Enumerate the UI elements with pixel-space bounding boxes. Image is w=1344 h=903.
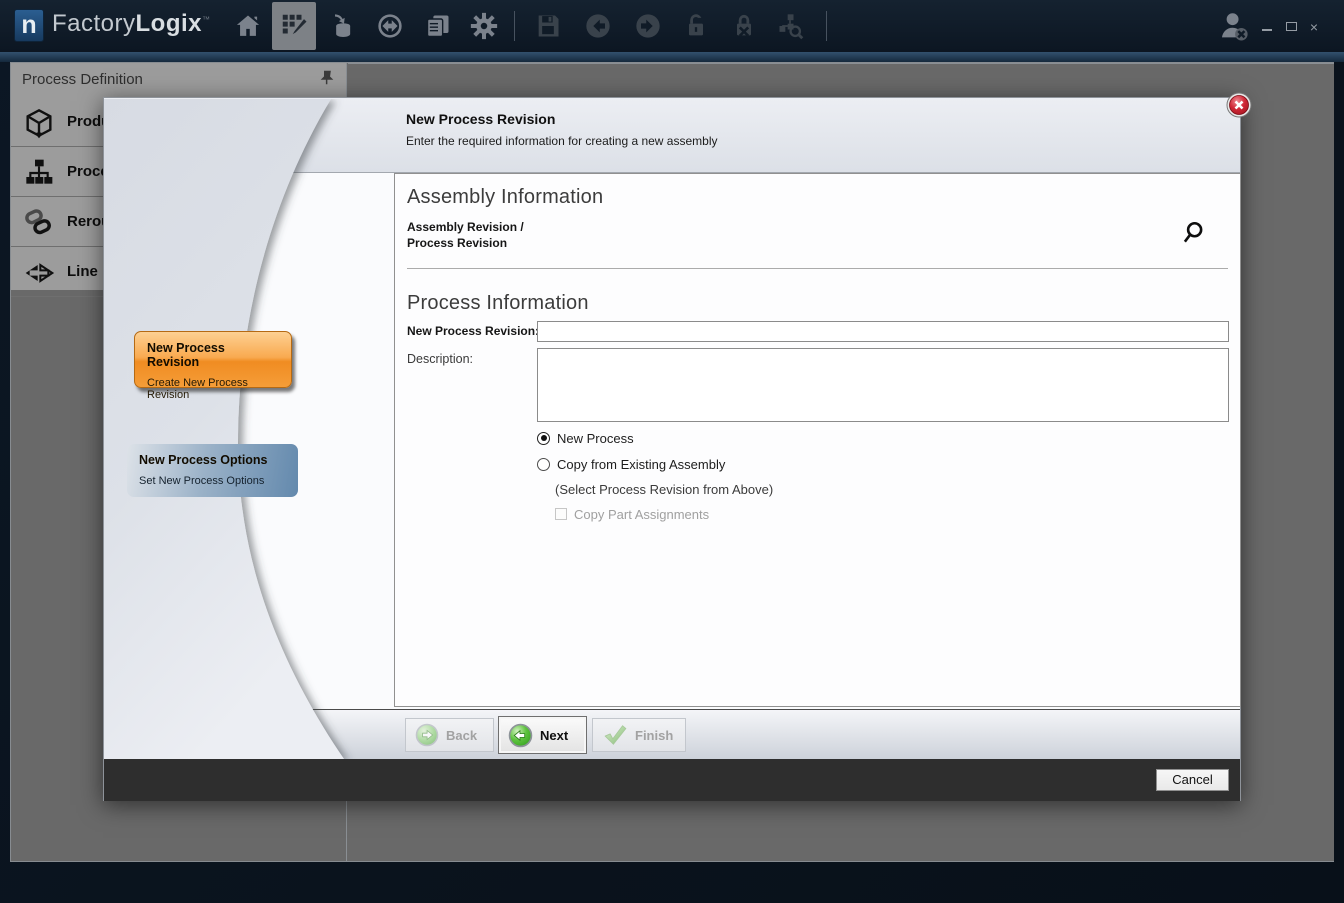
- new-process-revision-input[interactable]: [537, 321, 1229, 342]
- next-arrow-icon: [508, 723, 533, 747]
- cancel-checkout-button[interactable]: [722, 2, 766, 50]
- next-button[interactable]: Next: [498, 716, 587, 754]
- radio-icon[interactable]: [537, 457, 550, 471]
- sync-icon: [378, 14, 402, 38]
- home-button[interactable]: [226, 2, 270, 50]
- magnifier-icon[interactable]: [1180, 220, 1206, 246]
- radio-label: New Process: [557, 430, 634, 446]
- wizard-step-new-process-options[interactable]: New Process Options Set New Process Opti…: [127, 444, 298, 497]
- user-logout-icon: [1221, 13, 1248, 41]
- step-title: New Process Revision: [147, 341, 225, 369]
- description-label: Description:: [407, 352, 473, 366]
- assembly-information-heading: Assembly Information: [407, 186, 604, 208]
- cancel-button[interactable]: Cancel: [1156, 769, 1229, 791]
- toolbar-separator: [826, 11, 827, 41]
- home-icon: [236, 15, 260, 36]
- finish-label: Finish: [635, 727, 674, 743]
- accent-strip: [0, 52, 1344, 62]
- new-process-revision-label: New Process Revision:: [407, 324, 540, 338]
- window-maximize-button[interactable]: [1284, 20, 1300, 34]
- radio-icon[interactable]: [537, 431, 550, 445]
- checkbox-icon: [555, 508, 567, 520]
- assembly-revision-label: Assembly Revision / Process Revision: [407, 219, 524, 251]
- forward-icon: [636, 14, 660, 38]
- save-button[interactable]: [526, 2, 570, 50]
- wizard-step-new-process-revision[interactable]: New Process Revision Create New Process …: [134, 331, 292, 401]
- radio-label: Copy from Existing Assembly: [557, 456, 726, 472]
- publish-icon: [335, 14, 351, 37]
- assembly-revision-label-line1: Assembly Revision /: [407, 220, 524, 234]
- back-label: Back: [446, 727, 478, 743]
- undo-back-button[interactable]: [576, 2, 620, 50]
- sync-button[interactable]: [368, 2, 412, 50]
- radio-new-process[interactable]: New Process: [537, 430, 634, 446]
- close-icon: ×: [1309, 19, 1319, 35]
- dialog-subtitle: Enter the required information for creat…: [406, 134, 718, 148]
- process-search-button[interactable]: [768, 2, 812, 50]
- step-subtitle: Create New Process Revision: [147, 377, 248, 401]
- process-definition-button[interactable]: [272, 2, 316, 50]
- reroute-icon: [25, 209, 51, 235]
- line-process-icon: [25, 263, 55, 283]
- step-subtitle: Set New Process Options: [139, 475, 265, 487]
- brand-name: FactoryLogix™: [52, 10, 211, 38]
- panel-header: Process Definition: [11, 63, 346, 98]
- toolbar-separator: [514, 11, 515, 41]
- publish-button[interactable]: [320, 2, 364, 50]
- process-search-icon: [779, 14, 804, 40]
- settings-gear-icon: [470, 12, 498, 40]
- window-close-button[interactable]: ×: [1306, 20, 1322, 34]
- logout-user-button[interactable]: [1214, 2, 1254, 50]
- edit-grid-icon: [282, 14, 307, 35]
- dialog-content-panel: Assembly Information Assembly Revision /…: [394, 173, 1241, 707]
- product-icon: [26, 108, 52, 139]
- check-out-button[interactable]: [674, 2, 718, 50]
- reports-icon: [426, 15, 449, 38]
- assembly-revision-label-line2: Process Revision: [407, 236, 508, 250]
- window-minimize-button[interactable]: [1260, 20, 1276, 34]
- process-icon: [26, 159, 53, 184]
- unlock-icon: [689, 14, 703, 36]
- finish-button[interactable]: Finish: [592, 718, 686, 752]
- panel-title: Process Definition: [22, 71, 143, 88]
- brand-bold: Logix: [135, 10, 203, 37]
- dialog-title: New Process Revision: [406, 111, 556, 127]
- step-title: New Process Options: [139, 453, 268, 467]
- checkbox-label: Copy Part Assignments: [574, 506, 710, 522]
- dialog-close-button[interactable]: [1226, 92, 1252, 118]
- finish-check-icon: [604, 725, 627, 745]
- trademark: ™: [202, 15, 211, 24]
- dialog-bottom-bar: Cancel: [104, 759, 1240, 801]
- redo-forward-button[interactable]: [626, 2, 670, 50]
- factorylogix-logo-icon: n: [14, 9, 44, 42]
- save-icon: [538, 15, 559, 37]
- next-label: Next: [540, 727, 569, 743]
- process-information-heading: Process Information: [407, 292, 589, 314]
- new-process-revision-dialog: New Process Revision Enter the required …: [103, 92, 1252, 801]
- pin-icon[interactable]: [318, 70, 336, 88]
- radio-copy-existing[interactable]: Copy from Existing Assembly: [537, 456, 725, 472]
- copy-part-assignments-option: Copy Part Assignments: [555, 506, 710, 522]
- application-window: n FactoryLogix™ × Process Definition Pro…: [0, 0, 1344, 903]
- settings-button[interactable]: [462, 2, 506, 50]
- lock-cancel-icon: [737, 14, 751, 37]
- back-icon: [586, 14, 610, 38]
- main-toolbar: n FactoryLogix™ ×: [0, 0, 1344, 52]
- wizard-sidebar-curve: [104, 99, 344, 759]
- reports-button[interactable]: [416, 2, 460, 50]
- description-textarea[interactable]: [537, 348, 1229, 422]
- brand-light: Factory: [52, 10, 136, 37]
- back-arrow-icon: [415, 723, 439, 747]
- select-process-note: (Select Process Revision from Above): [555, 482, 774, 497]
- section-divider: [407, 268, 1228, 269]
- back-button[interactable]: Back: [405, 718, 494, 752]
